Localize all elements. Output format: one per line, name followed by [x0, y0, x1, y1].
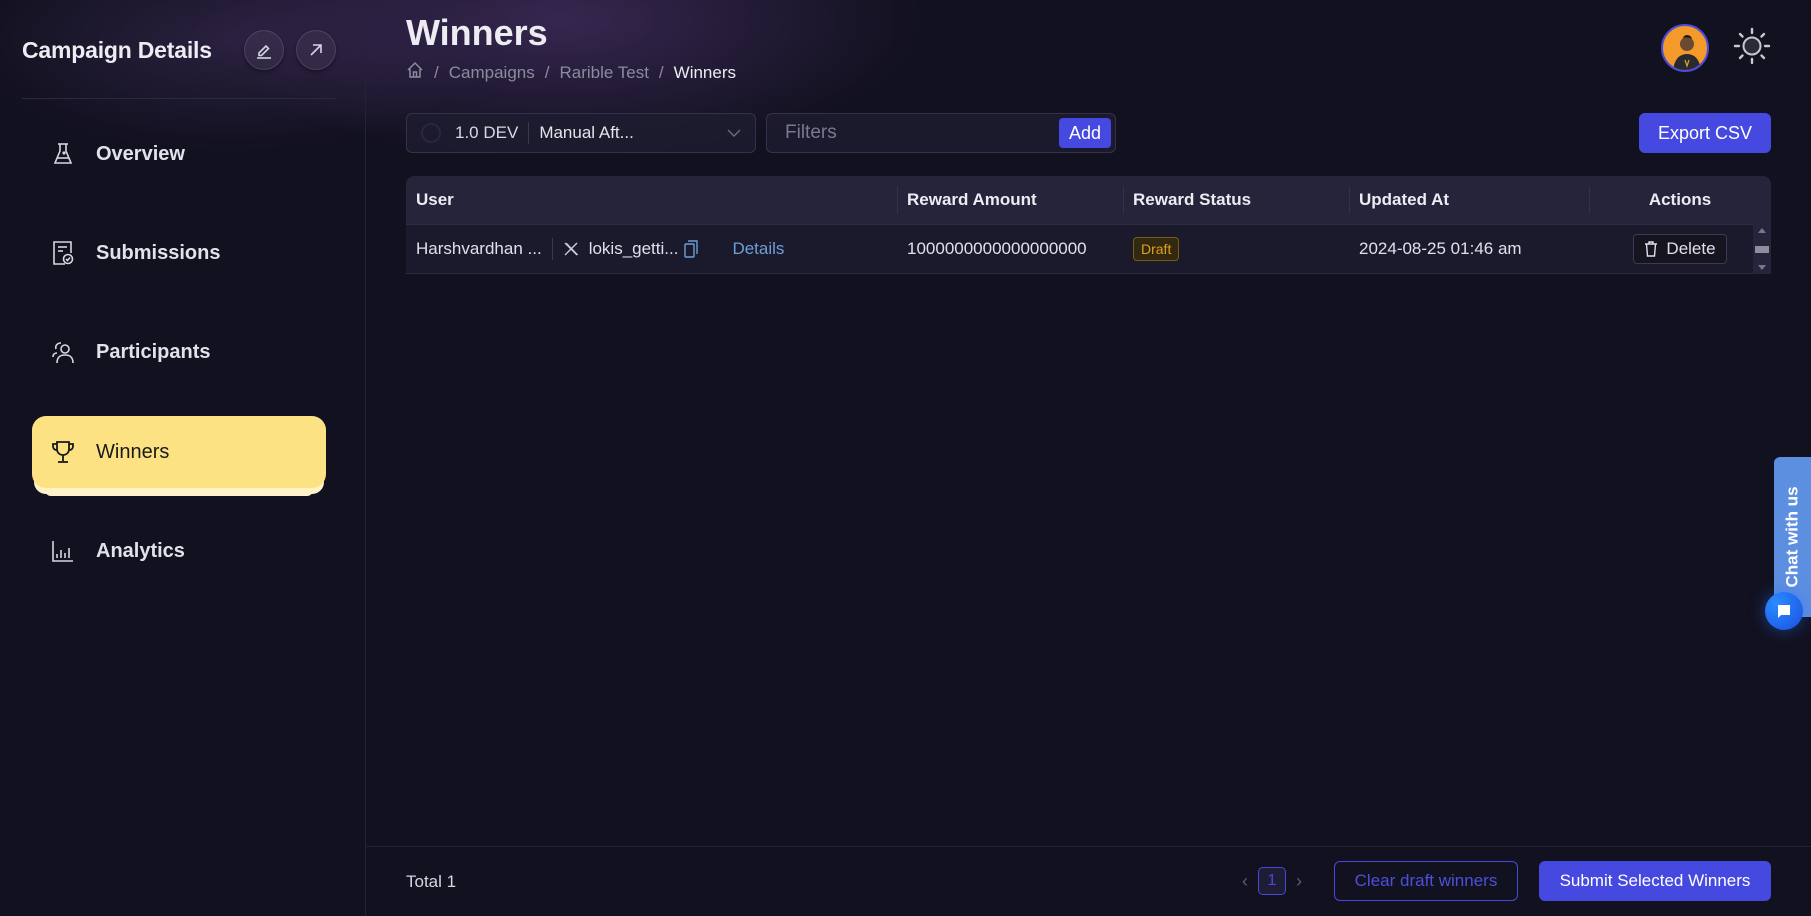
clear-draft-winners-button[interactable]: Clear draft winners: [1334, 861, 1518, 901]
pencil-icon: [257, 44, 271, 59]
sidebar-item-label: Winners: [96, 440, 170, 463]
user-cell: Harshvardhan ... lokis_getti... Details: [406, 225, 897, 273]
sidebar-item-winners[interactable]: Winners: [32, 416, 326, 496]
next-page-icon[interactable]: ›: [1296, 871, 1302, 892]
mode-select[interactable]: 1.0 DEV Manual Aft...: [406, 113, 756, 153]
copy-icon[interactable]: [684, 240, 699, 258]
updated-at-cell: 2024-08-25 01:46 am: [1359, 239, 1522, 258]
main-content: Winners / Campaigns / Rarible Test / Win…: [366, 0, 1811, 916]
table-row: Harshvardhan ... lokis_getti... Details …: [406, 224, 1771, 274]
edit-campaign-button[interactable]: [244, 30, 284, 70]
version-label: 1.0 DEV: [455, 123, 519, 142]
details-link[interactable]: Details: [732, 239, 784, 259]
external-link-icon: [310, 44, 322, 56]
column-header-reward-status: Reward Status: [1123, 176, 1349, 224]
sidebar-actions: [244, 30, 336, 70]
prev-page-icon[interactable]: ‹: [1242, 871, 1248, 892]
filter-input[interactable]: [785, 122, 1059, 144]
chat-label: Chat with us: [1782, 486, 1802, 588]
breadcrumb-separator: /: [658, 62, 664, 82]
open-campaign-button[interactable]: [296, 30, 336, 70]
actions-cell: Delete: [1589, 225, 1771, 273]
bar-chart-icon: [50, 538, 76, 564]
selected-mode: Manual Aft...: [539, 123, 634, 142]
sidebar-header: Campaign Details: [22, 28, 336, 72]
add-filter-button[interactable]: Add: [1058, 118, 1111, 148]
breadcrumb-separator: /: [544, 62, 550, 82]
flask-icon: [50, 141, 76, 167]
scroll-down-icon[interactable]: [1758, 265, 1766, 270]
users-icon: [50, 339, 76, 365]
cell-divider: [551, 238, 553, 260]
total-count: Total 1: [406, 872, 457, 891]
sidebar-item-label: Overview: [96, 142, 185, 165]
reward-status-cell: Draft: [1123, 225, 1349, 273]
export-csv-button[interactable]: Export CSV: [1638, 113, 1771, 153]
footer: Total 1 ‹ 1 › Clear draft winners Submit…: [366, 846, 1811, 916]
column-header-actions: Actions: [1589, 176, 1771, 224]
sidebar-item-label: Analytics: [96, 539, 185, 562]
trophy-icon: [50, 439, 76, 465]
toolbar: 1.0 DEV Manual Aft... Add: [406, 113, 1116, 153]
scroll-thumb[interactable]: [1755, 245, 1769, 253]
sidebar-divider: [22, 98, 336, 99]
breadcrumb-separator: /: [434, 62, 439, 82]
sidebar-item-overview[interactable]: Overview: [32, 118, 326, 190]
winners-table: User Reward Amount Reward Status Updated…: [406, 176, 1771, 274]
app: Campaign Details Overview Submissions Pa…: [0, 0, 1811, 916]
user-handle: lokis_getti...: [588, 239, 679, 258]
home-icon[interactable]: [406, 61, 424, 84]
trash-icon: [1645, 241, 1658, 257]
table-scrollbar[interactable]: [1753, 224, 1771, 274]
chat-bubble-icon: [1778, 605, 1790, 618]
column-header-updated-at: Updated At: [1349, 176, 1589, 224]
table-body: Harshvardhan ... lokis_getti... Details …: [406, 224, 1771, 274]
delete-button[interactable]: Delete: [1633, 234, 1727, 264]
status-dot-icon: [421, 123, 441, 143]
user-name: Harshvardhan ...: [416, 239, 542, 258]
chat-button[interactable]: [1765, 592, 1803, 630]
page-title: Winners: [406, 12, 548, 53]
chevron-down-icon: [727, 129, 741, 137]
submissions-icon: [50, 240, 76, 266]
sidebar-item-label: Submissions: [96, 241, 221, 264]
sidebar: Campaign Details Overview Submissions Pa…: [0, 0, 366, 916]
delete-label: Delete: [1666, 239, 1716, 258]
sidebar-item-participants[interactable]: Participants: [32, 316, 326, 388]
sun-icon: [1733, 27, 1771, 64]
filter-field: Add: [766, 113, 1116, 153]
reward-amount-cell: 1000000000000000000: [907, 239, 1087, 258]
table-header: User Reward Amount Reward Status Updated…: [406, 176, 1771, 224]
sidebar-item-analytics[interactable]: Analytics: [32, 515, 326, 587]
page-button[interactable]: 1: [1258, 867, 1286, 895]
x-twitter-icon: [564, 242, 578, 256]
pagination: ‹ 1 ›: [1242, 867, 1302, 895]
sidebar-item-submissions[interactable]: Submissions: [32, 217, 326, 289]
column-header-reward-amount: Reward Amount: [897, 176, 1123, 224]
campaign-details-title: Campaign Details: [22, 36, 212, 63]
submit-selected-winners-button[interactable]: Submit Selected Winners: [1539, 861, 1771, 901]
status-badge: Draft: [1133, 237, 1180, 261]
theme-toggle-button[interactable]: [1733, 27, 1771, 70]
column-header-user: User: [416, 190, 454, 209]
scroll-up-icon[interactable]: [1758, 228, 1766, 233]
sidebar-item-label: Participants: [96, 340, 211, 363]
avatar[interactable]: [1661, 24, 1709, 72]
header-actions: [1661, 24, 1771, 72]
breadcrumb-current: Winners: [673, 62, 737, 82]
breadcrumb-campaigns[interactable]: Campaigns: [449, 63, 535, 83]
breadcrumb-campaign[interactable]: Rarible Test: [559, 63, 648, 83]
select-divider: [528, 122, 530, 144]
breadcrumb: / Campaigns / Rarible Test / Winners: [406, 61, 736, 84]
